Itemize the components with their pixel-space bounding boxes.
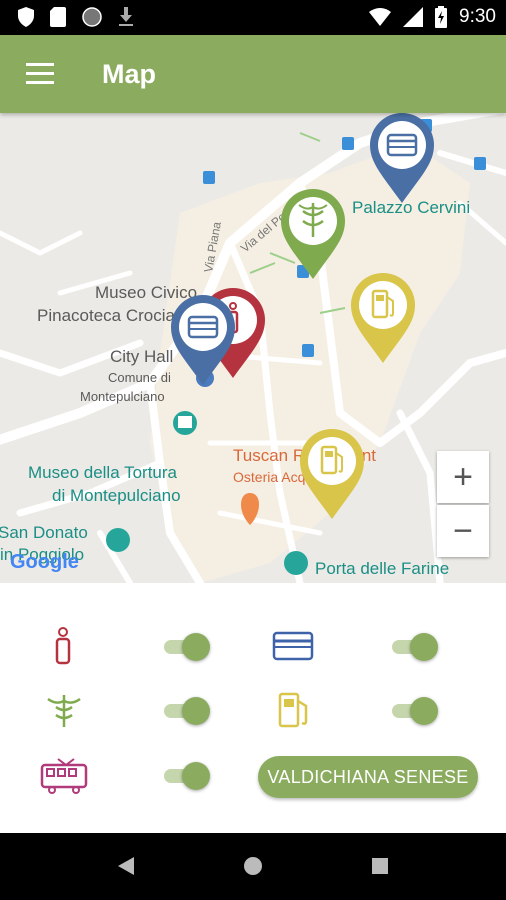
map-label-porta: Porta delle Farine — [315, 559, 449, 578]
toggle-pharmacy[interactable] — [162, 694, 210, 728]
map-canvas: Palazzo Cervini Museo Civico Pinacoteca … — [0, 113, 506, 583]
battery-icon — [435, 6, 448, 28]
back-icon[interactable] — [116, 855, 136, 877]
home-icon[interactable] — [243, 856, 263, 876]
map-label-san-donato: San Donato — [0, 523, 88, 542]
signal-icon — [403, 7, 424, 27]
zoom-in-button[interactable]: + — [437, 451, 489, 503]
caduceus-icon — [47, 695, 81, 727]
map-label-museo-civico: Museo Civico — [95, 283, 197, 302]
fuel-pump-icon — [278, 692, 308, 728]
filter-panel: VALDICHIANA SENESE — [0, 583, 506, 833]
map-label-pinacoteca: Pinacoteca Crociani — [37, 306, 188, 325]
map-label-city-hall: City Hall — [110, 347, 173, 366]
status-bar: 9:30 — [0, 0, 506, 35]
credit-card-icon — [272, 631, 314, 661]
toggle-info[interactable] — [162, 630, 210, 664]
map-label-palazzo: Palazzo Cervini — [352, 198, 470, 217]
navigation-bar — [0, 833, 506, 900]
info-icon — [55, 627, 71, 665]
wifi-icon — [369, 8, 392, 26]
map-label-comune: Comune di — [108, 370, 171, 385]
google-logo: Google — [10, 551, 79, 573]
toggle-fuel[interactable] — [390, 694, 438, 728]
circle-icon — [82, 7, 102, 27]
region-button[interactable]: VALDICHIANA SENESE — [258, 756, 478, 798]
toggle-transport[interactable] — [162, 759, 210, 793]
page-title: Map — [102, 59, 156, 89]
clock: 9:30 — [459, 6, 496, 27]
landmark-poi-icon[interactable] — [284, 551, 308, 575]
shield-icon — [18, 7, 34, 27]
church-poi-icon[interactable] — [106, 528, 130, 552]
download-icon — [119, 7, 133, 26]
toggle-atm[interactable] — [390, 630, 438, 664]
map-label-tortura: Museo della Tortura — [28, 463, 178, 482]
zoom-out-button[interactable]: − — [437, 505, 489, 557]
map-label-montepulciano: Montepulciano — [80, 389, 165, 404]
map-view[interactable]: Palazzo Cervini Museo Civico Pinacoteca … — [0, 113, 506, 583]
tram-icon — [40, 758, 88, 794]
app-bar: Map — [0, 35, 506, 113]
sim-card-icon — [50, 7, 66, 27]
map-label-tortura-2: di Montepulciano — [52, 486, 181, 505]
hamburger-menu-icon[interactable] — [26, 63, 54, 85]
recents-icon[interactable] — [371, 857, 389, 875]
